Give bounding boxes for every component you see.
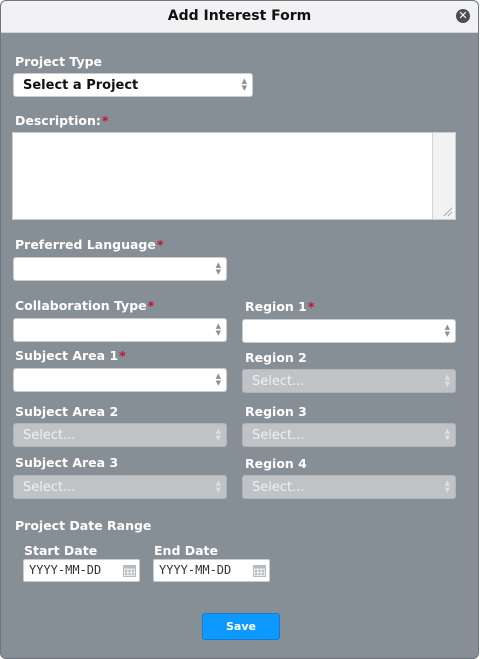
region-1-select[interactable]: ▲ ▼ [242,319,456,343]
end-date-input[interactable]: YYYY-MM-DD [153,559,270,582]
required-marker: * [101,113,109,128]
project-type-value: Select a Project [23,78,139,93]
project-type-select[interactable]: Select a Project ▲ ▼ [13,73,253,97]
region-3-select[interactable]: Select... ▲ ▼ [242,423,456,447]
dialog-titlebar: Add Interest Form ✕ [1,1,478,33]
required-marker: * [156,237,164,252]
end-date-label: End Date [154,543,219,558]
description-label: Description:* [15,113,109,128]
select-arrows-icon: ▲ ▼ [444,323,450,338]
select-arrows-icon: ▲ ▼ [215,479,221,494]
preferred-language-label: Preferred Language* [15,237,164,252]
select-arrows-icon: ▲ ▼ [241,77,247,92]
select-arrows-icon: ▲ ▼ [444,373,450,388]
select-arrows-icon: ▲ ▼ [215,322,221,337]
select-arrows-icon: ▲ ▼ [215,261,221,276]
region-2-value: Select... [252,374,305,389]
select-arrows-icon: ▲ ▼ [444,427,450,442]
region-4-value: Select... [252,480,305,495]
select-arrows-icon: ▲ ▼ [215,427,221,442]
region-2-select[interactable]: Select... ▲ ▼ [242,369,456,393]
select-arrows-icon: ▲ ▼ [215,372,221,387]
collaboration-type-label: Collaboration Type* [15,298,155,313]
region-4-select[interactable]: Select... ▲ ▼ [242,475,456,499]
region-3-label: Region 3 [245,404,307,419]
required-marker: * [147,298,155,313]
region-2-label: Region 2 [245,350,307,365]
calendar-icon[interactable] [253,564,266,577]
preferred-language-select[interactable]: ▲ ▼ [13,257,227,281]
start-date-input[interactable]: YYYY-MM-DD [23,559,140,582]
region-4-label: Region 4 [245,456,307,471]
subject-area-2-value: Select... [23,428,76,443]
close-icon[interactable]: ✕ [456,9,470,23]
start-date-label: Start Date [24,543,98,558]
required-marker: * [307,299,315,314]
subject-area-2-label: Subject Area 2 [15,404,119,419]
region-3-value: Select... [252,428,305,443]
save-button[interactable]: Save [202,613,280,640]
select-arrows-icon: ▲ ▼ [444,479,450,494]
collaboration-type-select[interactable]: ▲ ▼ [13,318,227,342]
end-date-placeholder: YYYY-MM-DD [159,563,232,577]
resize-grip-icon[interactable] [442,206,452,216]
subject-area-3-select[interactable]: Select... ▲ ▼ [13,475,227,499]
add-interest-dialog: Add Interest Form ✕ Project Type Select … [0,0,479,659]
subject-area-3-value: Select... [23,480,76,495]
project-type-label: Project Type [15,54,103,69]
subject-area-1-select[interactable]: ▲ ▼ [13,368,227,392]
calendar-icon[interactable] [123,564,136,577]
region-1-label: Region 1* [245,299,315,314]
subject-area-1-label: Subject Area 1* [15,348,126,363]
subject-area-3-label: Subject Area 3 [15,455,119,470]
description-textarea[interactable] [12,132,456,220]
start-date-placeholder: YYYY-MM-DD [29,563,102,577]
dialog-title: Add Interest Form [167,8,312,24]
subject-area-2-select[interactable]: Select... ▲ ▼ [13,423,227,447]
date-range-label: Project Date Range [15,518,152,533]
required-marker: * [119,348,126,363]
